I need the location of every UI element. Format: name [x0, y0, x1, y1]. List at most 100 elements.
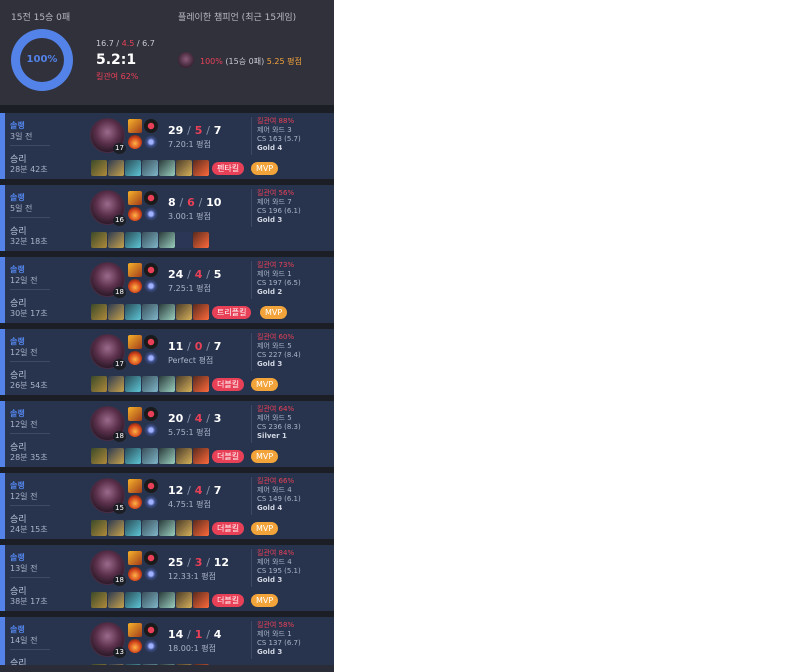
item-slot-icon[interactable] [142, 304, 158, 320]
item-slot-icon[interactable] [159, 160, 175, 176]
spell-ignite-icon[interactable] [128, 479, 142, 493]
item-slot-icon[interactable] [91, 592, 107, 608]
spell-flash-icon[interactable] [128, 207, 142, 221]
control-wards: 제어 와드 3 [257, 126, 292, 134]
item-slot-icon[interactable] [91, 448, 107, 464]
item-slot-icon[interactable] [108, 592, 124, 608]
match-row[interactable]: 솔랭 12일 전 승리 24분 15초 15 12 / 4 / 7 4.75:1… [0, 473, 334, 539]
match-row[interactable]: 솔랭 12일 전 승리 26분 54초 17 11 / 0 / 7 Perfec… [0, 329, 334, 395]
spell-ignite-icon[interactable] [128, 407, 142, 421]
item-slot-icon[interactable] [176, 592, 192, 608]
item-slot-icon[interactable] [91, 232, 107, 248]
rune-domination-icon[interactable] [144, 407, 158, 421]
item-slot-icon[interactable] [193, 304, 209, 320]
spell-ignite-icon[interactable] [128, 191, 142, 205]
rune-secondary-icon[interactable] [144, 567, 158, 581]
spell-flash-icon[interactable] [128, 351, 142, 365]
rune-secondary-icon[interactable] [144, 135, 158, 149]
item-slot-icon[interactable] [108, 160, 124, 176]
item-slot-icon[interactable] [142, 232, 158, 248]
champion-portrait[interactable]: 16 [90, 190, 126, 226]
spell-flash-icon[interactable] [128, 495, 142, 509]
match-row[interactable]: 솔랭 12일 전 승리 30분 17초 18 24 / 4 / 5 7.25:1… [0, 257, 334, 323]
champion-portrait[interactable]: 18 [90, 406, 126, 442]
item-slot-icon[interactable] [108, 232, 124, 248]
item-slot-icon[interactable] [142, 520, 158, 536]
item-slot-icon[interactable] [159, 520, 175, 536]
spell-ignite-icon[interactable] [128, 623, 142, 637]
spell-ignite-icon[interactable] [128, 335, 142, 349]
spell-ignite-icon[interactable] [128, 263, 142, 277]
champion-portrait[interactable]: 17 [90, 334, 126, 370]
item-slot-icon[interactable] [125, 160, 141, 176]
rune-secondary-icon[interactable] [144, 639, 158, 653]
rune-domination-icon[interactable] [144, 119, 158, 133]
rune-secondary-icon[interactable] [144, 279, 158, 293]
match-row[interactable]: 솔랭 5일 전 승리 32분 18초 16 8 / 6 / 10 3.00:1 … [0, 185, 334, 251]
item-slot-icon[interactable] [159, 304, 175, 320]
rune-secondary-icon[interactable] [144, 351, 158, 365]
champion-portrait[interactable]: 18 [90, 262, 126, 298]
rune-domination-icon[interactable] [144, 191, 158, 205]
item-slot-icon[interactable] [193, 376, 209, 392]
item-slot-icon[interactable] [108, 520, 124, 536]
rune-domination-icon[interactable] [144, 479, 158, 493]
item-slot-icon[interactable] [176, 160, 192, 176]
item-slot-icon[interactable] [91, 376, 107, 392]
item-slot-icon[interactable] [142, 160, 158, 176]
match-row[interactable]: 솔랭 12일 전 승리 28분 35초 18 20 / 4 / 3 5.75:1… [0, 401, 334, 467]
item-slot-icon[interactable] [193, 160, 209, 176]
item-slot-icon[interactable] [91, 304, 107, 320]
item-slot-icon[interactable] [125, 520, 141, 536]
spell-flash-icon[interactable] [128, 639, 142, 653]
spell-flash-icon[interactable] [128, 567, 142, 581]
item-slot-icon[interactable] [108, 448, 124, 464]
match-row[interactable]: 솔랭 14일 전 승리 13 14 / 1 / 4 18.00:1 평점 킬관여… [0, 617, 334, 672]
item-slot-icon[interactable] [142, 448, 158, 464]
item-slot-icon[interactable] [159, 376, 175, 392]
champion-portrait[interactable]: 15 [90, 478, 126, 514]
item-slot-icon[interactable] [176, 520, 192, 536]
item-slot-icon[interactable] [159, 592, 175, 608]
item-slot-icon[interactable] [193, 592, 209, 608]
item-slot-icon[interactable] [176, 448, 192, 464]
rune-secondary-icon[interactable] [144, 207, 158, 221]
item-slot-icon[interactable] [159, 232, 175, 248]
rune-secondary-icon[interactable] [144, 423, 158, 437]
item-slot-icon[interactable] [91, 520, 107, 536]
spell-flash-icon[interactable] [128, 279, 142, 293]
item-slot-icon[interactable] [193, 448, 209, 464]
item-slot-icon[interactable] [125, 304, 141, 320]
item-slot-icon[interactable] [193, 232, 209, 248]
champion-portrait[interactable]: 17 [90, 118, 126, 154]
spell-ignite-icon[interactable] [128, 551, 142, 565]
item-slot-icon[interactable] [125, 448, 141, 464]
rune-domination-icon[interactable] [144, 623, 158, 637]
match-row[interactable]: 솔랭 3일 전 승리 28분 42초 17 29 / 5 / 7 7.20:1 … [0, 113, 334, 179]
item-slot-icon[interactable] [193, 520, 209, 536]
champion-portrait[interactable]: 13 [90, 622, 126, 658]
item-slot-icon[interactable] [125, 232, 141, 248]
rune-domination-icon[interactable] [144, 551, 158, 565]
item-slot-icon[interactable] [159, 448, 175, 464]
item-slot-icon[interactable] [125, 376, 141, 392]
item-slot-icon[interactable] [176, 376, 192, 392]
rune-domination-icon[interactable] [144, 263, 158, 277]
item-slot-icon[interactable] [108, 304, 124, 320]
champion-icon[interactable] [178, 52, 194, 68]
rune-domination-icon[interactable] [144, 335, 158, 349]
champion-portrait[interactable]: 18 [90, 550, 126, 586]
game-mode: 솔랭 [10, 409, 25, 418]
item-slot-icon[interactable] [142, 592, 158, 608]
match-row[interactable]: 솔랭 13일 전 승리 38분 17초 18 25 / 3 / 12 12.33… [0, 545, 334, 611]
rune-secondary-icon[interactable] [144, 495, 158, 509]
item-slot-icon[interactable] [142, 376, 158, 392]
spell-flash-icon[interactable] [128, 135, 142, 149]
spell-ignite-icon[interactable] [128, 119, 142, 133]
item-slot-icon[interactable] [176, 304, 192, 320]
item-slot-icon[interactable] [108, 376, 124, 392]
spell-flash-icon[interactable] [128, 423, 142, 437]
item-slot-icon[interactable] [176, 232, 192, 248]
item-slot-icon[interactable] [125, 592, 141, 608]
item-slot-icon[interactable] [91, 160, 107, 176]
